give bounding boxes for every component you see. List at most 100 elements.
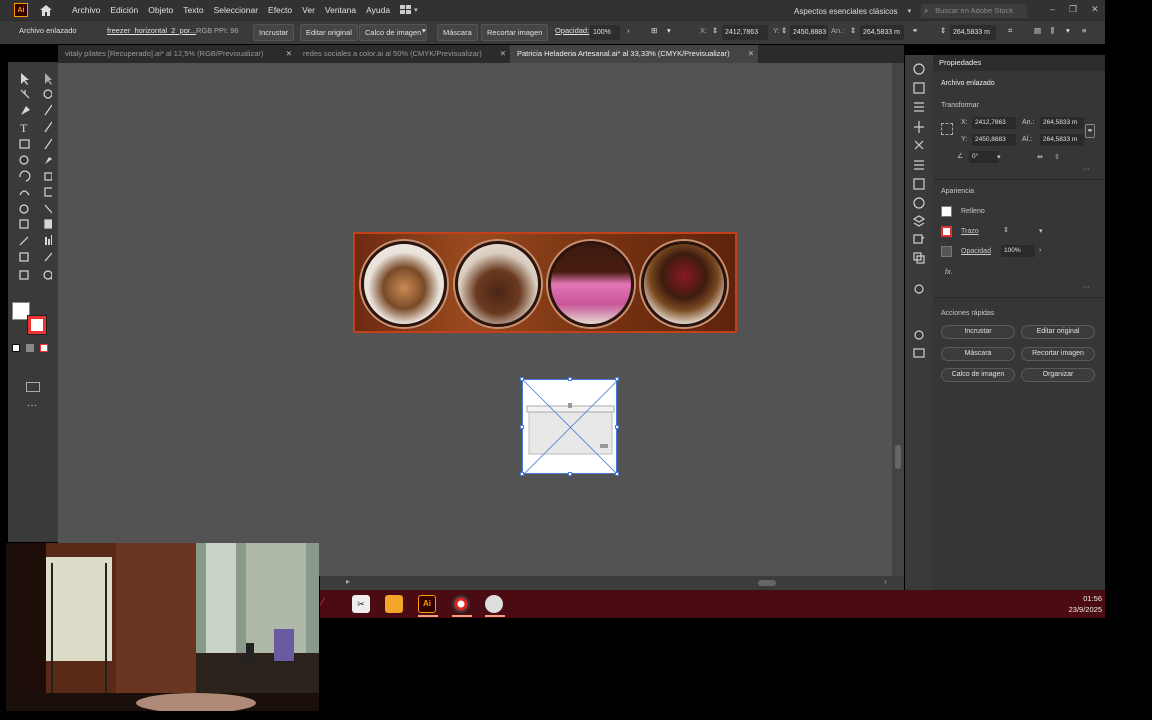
fx-button[interactable]: fx. [945,269,952,276]
image-trace-button[interactable]: Calco de imagen [941,368,1015,382]
close-icon[interactable]: ✕ [1091,4,1099,15]
pen-icon[interactable]: ⁄ [322,596,324,608]
chevron-right-icon[interactable]: › [884,577,887,586]
resize-handle[interactable] [615,425,619,429]
chevron-down-icon[interactable]: ▾ [997,153,1001,161]
menu-ventana[interactable]: Ventana [325,5,356,15]
y-input[interactable]: 2450,8883 [972,134,1016,146]
opacity-input[interactable]: 100% [590,25,620,40]
none-mode-icon[interactable] [40,344,48,352]
image-trace-button[interactable]: Calco de imagen [359,24,428,41]
chevron-down-icon[interactable]: ▾ [1066,26,1070,35]
fill-swatch[interactable] [941,206,952,217]
mask-button[interactable]: Máscara [437,24,478,41]
minimize-icon[interactable]: – [1050,4,1055,15]
chevron-right-icon[interactable]: ▸ [346,577,350,586]
embed-button[interactable]: Incrustar [941,325,1015,339]
stock-search-input[interactable]: ⌕ Buscar en Adobe Stock [921,4,1028,18]
chevron-down-icon[interactable]: ▾ [1039,227,1043,235]
flip-vertical-icon[interactable]: ⇳ [1054,153,1060,161]
menu-efecto[interactable]: Efecto [268,5,292,15]
embed-button[interactable]: Incrustar [253,24,295,41]
app-icon[interactable] [485,595,503,613]
screen-mode-icon[interactable] [26,382,40,392]
stroke-swatch[interactable] [941,226,952,237]
h-input[interactable]: 264,5833 m [1040,134,1084,146]
menu-ver[interactable]: Ver [302,5,315,15]
color-mode-icon[interactable] [12,344,20,352]
stepper-icon[interactable]: ⇕ [850,26,856,35]
scroll-thumb[interactable] [895,445,901,469]
stepper-icon[interactable]: ⇕ [712,26,718,35]
mask-button[interactable]: Máscara [941,347,1015,361]
transform-icon[interactable]: ⌗ [1008,26,1012,36]
constrain-proportions-icon[interactable]: ⚭ [1085,124,1095,138]
close-icon[interactable]: ✕ [500,45,506,63]
properties-tab[interactable]: Propiedades [933,55,1105,71]
scroll-thumb[interactable] [758,580,776,586]
gradient-mode-icon[interactable] [26,344,34,352]
linked-filename[interactable]: freezer_horizontal_2_por... [107,26,196,35]
chevron-down-icon[interactable]: ▾ [667,26,671,35]
w-input[interactable]: 264,5833 m [860,25,904,40]
capcut-icon[interactable]: ✂ [352,595,370,613]
maximize-icon[interactable]: ❐ [1069,4,1077,15]
menu-seleccionar[interactable]: Seleccionar [214,5,258,15]
w-input[interactable]: 264,5833 m [1040,117,1084,129]
home-icon[interactable] [38,2,54,18]
resize-handle[interactable] [568,377,572,381]
close-icon[interactable]: ✕ [286,45,292,63]
resize-handle[interactable] [520,425,524,429]
stepper-icon[interactable]: ⇕ [1003,226,1009,234]
file-explorer-icon[interactable] [385,595,403,613]
chevron-down-icon[interactable]: ▾ [422,26,426,35]
tab-redes-sociales[interactable]: redes sociales a color.ai al 50% (CMYK/P… [296,45,510,63]
h-input[interactable]: 264,5833 m [950,25,996,40]
align-icon[interactable]: ▤ [1034,26,1041,35]
stroke-label[interactable]: Trazo [961,228,979,235]
crop-image-button[interactable]: Recortar imagen [481,24,549,41]
y-input[interactable]: 2450,8883 [790,25,828,40]
chevron-right-icon[interactable]: › [1039,247,1041,254]
resize-handle[interactable] [520,472,524,476]
browser-icon[interactable] [452,595,470,613]
resize-handle[interactable] [568,472,572,476]
horizontal-scrollbar[interactable]: ▸ › [320,576,904,590]
chevron-right-icon[interactable]: › [627,26,630,35]
opacity-label[interactable]: Opacidad [961,248,991,255]
arrange-documents-button[interactable]: ▾ [400,5,424,15]
system-clock[interactable]: 01:56 23/9/2025 [1058,593,1102,615]
panel-menu-icon[interactable]: ≡ [1082,26,1086,35]
resize-handle[interactable] [520,377,524,381]
more-tools-icon[interactable]: ··· [27,400,37,411]
menu-edicion[interactable]: Edición [110,5,138,15]
tab-vitaly-pilates[interactable]: vitaly pilates [Recuperado].ai* al 12,5%… [58,45,296,63]
edit-original-button[interactable]: Editar original [300,24,358,41]
placed-freezer-image[interactable] [520,377,619,476]
close-icon[interactable]: ✕ [748,45,754,63]
x-input[interactable]: 2412,7863 [722,25,768,40]
stepper-icon[interactable]: ⇕ [781,26,787,35]
resize-handle[interactable] [615,377,619,381]
menu-texto[interactable]: Texto [183,5,203,15]
link-icon[interactable]: ⚭ [912,26,918,35]
flip-horizontal-icon[interactable]: ⇹ [1037,153,1043,161]
tab-patricia-heladeria[interactable]: Patricia Heladeria Artesanal.ai* al 33,3… [510,45,758,63]
reference-point-icon[interactable]: ⊞ [651,26,657,35]
vertical-scrollbar[interactable] [892,63,904,576]
x-input[interactable]: 2412,7863 [972,117,1016,129]
ice-cream-banner-artwork[interactable] [353,232,737,333]
illustrator-taskbar-icon[interactable]: Ai [418,595,436,613]
arrange-button[interactable]: Organizar [1021,368,1095,382]
workspace-switcher[interactable]: Aspectos esenciales clásicos [794,7,898,16]
menu-objeto[interactable]: Objeto [148,5,173,15]
menu-ayuda[interactable]: Ayuda [366,5,390,15]
more-options-icon[interactable]: ··· [1083,284,1090,291]
menu-archivo[interactable]: Archivo [72,5,100,15]
resize-handle[interactable] [615,472,619,476]
stepper-icon[interactable]: ⇕ [940,26,946,35]
crop-image-button[interactable]: Recortar imagen [1021,347,1095,361]
distribute-icon[interactable]: ⫼ [1051,26,1054,36]
more-options-icon[interactable]: ··· [1083,166,1090,173]
stroke-swatch[interactable] [27,315,47,335]
